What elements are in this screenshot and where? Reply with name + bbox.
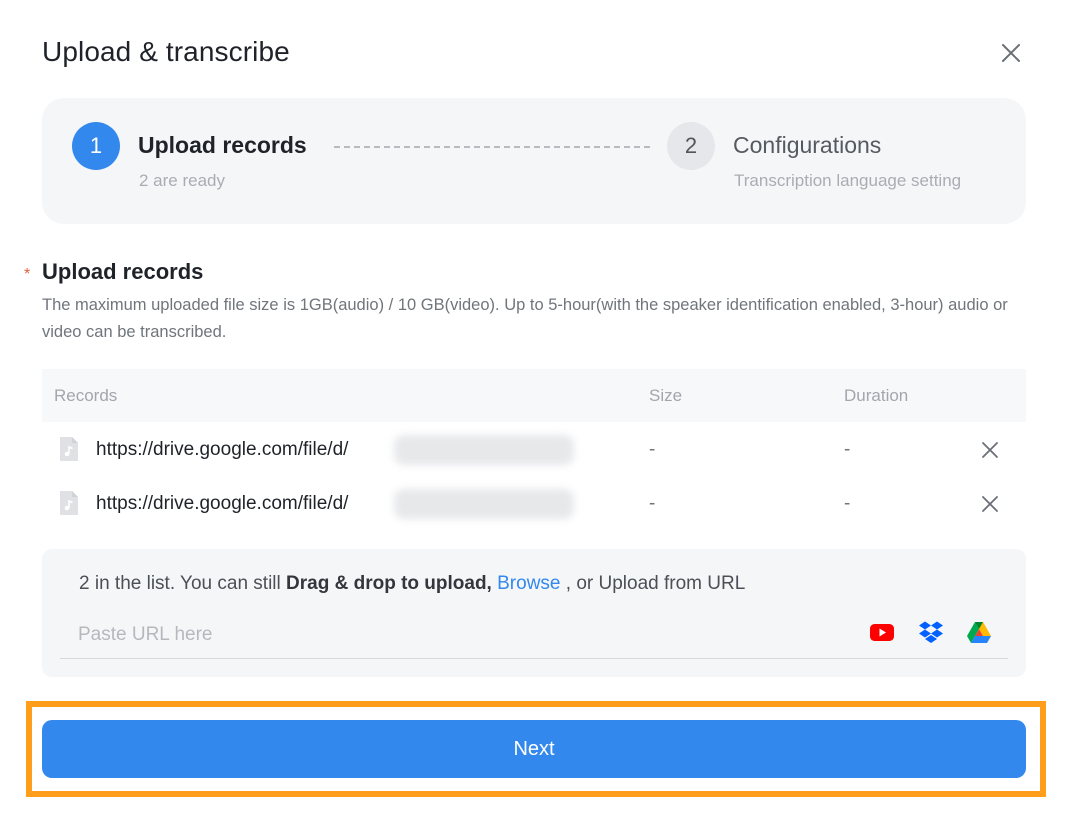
remove-record-button[interactable] (979, 439, 1001, 461)
close-icon (982, 442, 998, 458)
record-size: - (649, 439, 656, 460)
dropbox-button[interactable] (918, 619, 944, 645)
upload-instructions: 2 in the list. You can still Drag & drop… (79, 573, 745, 595)
step-2-subtitle: Transcription language setting (734, 171, 962, 190)
step-1-number: 1 (72, 122, 120, 170)
upload-url-text: , or Upload from URL (560, 573, 746, 594)
step-2-title: Configurations (733, 132, 882, 158)
column-duration: Duration (844, 386, 909, 405)
drag-drop-text: Drag & drop to upload, (286, 573, 492, 594)
step-2-number: 2 (667, 122, 715, 170)
redacted-file-id (394, 435, 574, 465)
youtube-button[interactable] (869, 619, 895, 645)
audio-file-icon (60, 437, 78, 461)
upload-dropzone[interactable]: 2 in the list. You can still Drag & drop… (42, 549, 1026, 677)
remove-record-button[interactable] (979, 493, 1001, 515)
table-row: https://drive.google.com/file/d/ - - (42, 423, 1026, 477)
upload-limits-description: The maximum uploaded file size is 1GB(au… (42, 296, 1008, 341)
records-table-header: Records Size Duration (42, 369, 1026, 422)
close-icon (1002, 44, 1020, 62)
required-marker: * (24, 266, 31, 283)
upload-records-label: Upload records (42, 259, 204, 284)
record-duration: - (844, 493, 851, 514)
google-drive-icon (967, 622, 991, 643)
column-size: Size (649, 386, 683, 405)
step-connector (334, 146, 650, 148)
step-indicator: 1 Upload records 2 are ready 2 Configura… (42, 98, 1026, 224)
redacted-file-id (394, 489, 574, 519)
google-drive-button[interactable] (966, 619, 992, 645)
step-1-title: Upload records (138, 132, 307, 158)
record-duration: - (844, 439, 851, 460)
step-1-subtitle: 2 are ready (139, 171, 225, 190)
next-button[interactable]: Next (42, 720, 1026, 778)
browse-link[interactable]: Browse (497, 573, 560, 594)
audio-file-icon (60, 491, 78, 515)
record-url: https://drive.google.com/file/d/ (96, 439, 349, 460)
dropbox-icon (919, 621, 943, 643)
column-records: Records (54, 386, 118, 405)
list-count-text: 2 in the list. You can still (79, 573, 287, 594)
record-size: - (649, 493, 656, 514)
close-button[interactable] (996, 38, 1026, 68)
youtube-icon (870, 624, 894, 641)
record-url: https://drive.google.com/file/d/ (96, 493, 349, 514)
close-icon (982, 496, 998, 512)
dialog-title: Upload & transcribe (42, 36, 290, 67)
paste-url-input[interactable] (60, 611, 1008, 659)
table-row: https://drive.google.com/file/d/ - - (42, 477, 1026, 531)
